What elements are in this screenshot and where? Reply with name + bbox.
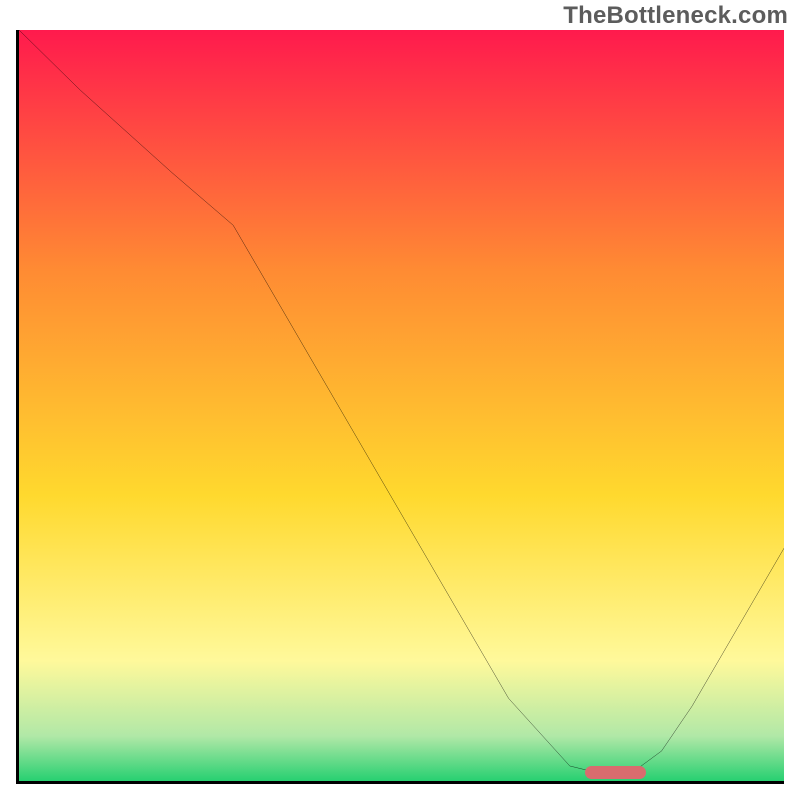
gradient-background: [19, 30, 784, 781]
chart-svg: [19, 30, 784, 781]
optimal-range-marker: [585, 766, 646, 779]
plot-area: [16, 30, 784, 784]
chart-container: TheBottleneck.com: [0, 0, 800, 800]
watermark-text: TheBottleneck.com: [563, 2, 788, 30]
